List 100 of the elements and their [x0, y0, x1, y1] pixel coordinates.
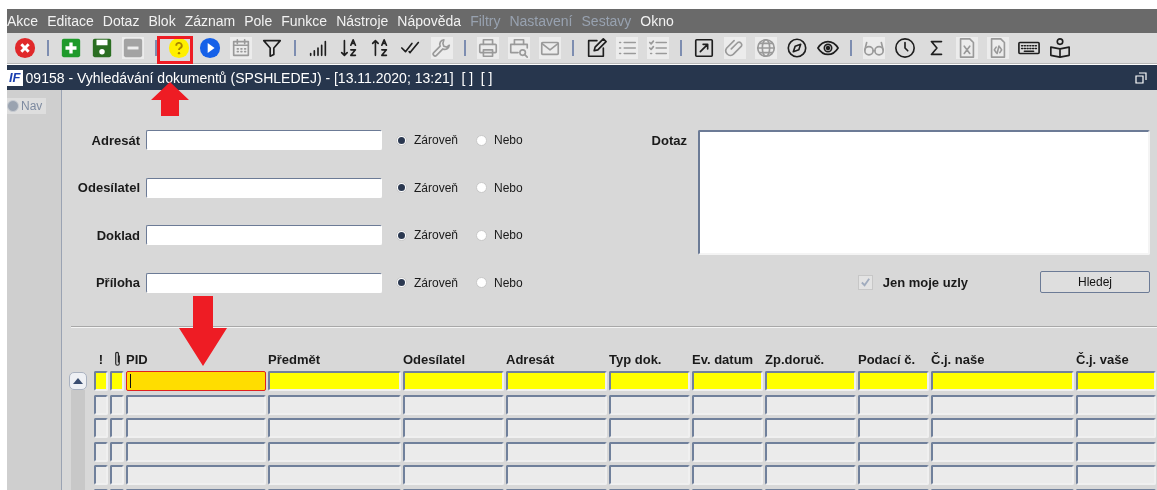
- table-cell[interactable]: [692, 465, 763, 486]
- table-cell[interactable]: [506, 465, 607, 486]
- table-cell[interactable]: [506, 418, 607, 439]
- table-cell[interactable]: [506, 371, 607, 392]
- table-cell[interactable]: [765, 441, 856, 462]
- table-cell[interactable]: [692, 418, 763, 439]
- table-cell[interactable]: [94, 371, 108, 392]
- menu-item[interactable]: Pole: [244, 13, 273, 29]
- radio-button[interactable]: [396, 134, 407, 146]
- column-header[interactable]: Adresát: [506, 351, 555, 367]
- input-field[interactable]: [146, 177, 382, 198]
- menu-item[interactable]: Funkce: [281, 13, 328, 29]
- table-cell[interactable]: [1076, 465, 1156, 486]
- radio-button[interactable]: [476, 134, 488, 146]
- radio-button[interactable]: [476, 182, 488, 194]
- table-cell[interactable]: [268, 441, 401, 462]
- table-cell[interactable]: [403, 371, 504, 392]
- menu-item[interactable]: Nástroje: [336, 13, 389, 29]
- table-cell[interactable]: [126, 418, 266, 439]
- radio-button[interactable]: [476, 277, 488, 289]
- table-cell[interactable]: [126, 394, 266, 415]
- table-cell[interactable]: [609, 418, 690, 439]
- menu-item[interactable]: Záznam: [184, 13, 236, 29]
- menu-item[interactable]: Nápověda: [397, 13, 462, 29]
- input-field[interactable]: [146, 272, 382, 293]
- table-cell[interactable]: [403, 465, 504, 486]
- nav-item[interactable]: Nav: [7, 98, 47, 114]
- menu-item[interactable]: Okno: [640, 13, 674, 29]
- table-cell[interactable]: [94, 465, 108, 486]
- query-field[interactable]: [698, 130, 1150, 255]
- restore-icon[interactable]: [1135, 71, 1147, 84]
- column-header[interactable]: Č.j. vaše: [1076, 351, 1129, 367]
- table-cell[interactable]: [268, 465, 401, 486]
- scroll-up-button[interactable]: [69, 372, 87, 390]
- table-cell[interactable]: [403, 418, 504, 439]
- menu-item[interactable]: Dotaz: [102, 13, 140, 29]
- radio-button[interactable]: [396, 277, 407, 289]
- table-cell[interactable]: [692, 394, 763, 415]
- table-cell[interactable]: [609, 441, 690, 462]
- table-cell[interactable]: [858, 371, 929, 392]
- table-cell[interactable]: [692, 371, 763, 392]
- table-cell[interactable]: [931, 394, 1074, 415]
- table-cell[interactable]: [94, 441, 108, 462]
- column-header[interactable]: Odesílatel: [403, 351, 466, 367]
- input-field[interactable]: [146, 130, 382, 151]
- table-cell[interactable]: [126, 441, 266, 462]
- table-cell[interactable]: [931, 418, 1074, 439]
- table-cell[interactable]: [506, 394, 607, 415]
- table-cell[interactable]: [268, 418, 401, 439]
- table-cell[interactable]: [1076, 418, 1156, 439]
- table-cell[interactable]: [1076, 371, 1156, 392]
- menu-item[interactable]: Akce: [7, 13, 39, 29]
- menu-item[interactable]: Blok: [148, 13, 176, 29]
- column-header[interactable]: Předmět: [268, 351, 321, 367]
- table-cell[interactable]: [609, 465, 690, 486]
- table-cell[interactable]: [1076, 441, 1156, 462]
- table-cell[interactable]: [858, 418, 929, 439]
- table-cell[interactable]: [403, 394, 504, 415]
- column-header[interactable]: Typ dok.: [609, 351, 662, 367]
- table-cell[interactable]: [110, 418, 124, 439]
- column-header[interactable]: !: [98, 351, 104, 367]
- table-cell[interactable]: [110, 371, 124, 392]
- table-cell[interactable]: [126, 371, 266, 392]
- radio-button[interactable]: [476, 229, 488, 241]
- table-cell[interactable]: [931, 441, 1074, 462]
- column-header[interactable]: Zp.doruč.: [765, 351, 825, 367]
- table-cell[interactable]: [268, 394, 401, 415]
- table-cell[interactable]: [765, 371, 856, 392]
- table-cell[interactable]: [609, 394, 690, 415]
- radio-button[interactable]: [396, 229, 407, 241]
- table-cell[interactable]: [94, 418, 108, 439]
- table-cell[interactable]: [931, 465, 1074, 486]
- table-cell[interactable]: [858, 394, 929, 415]
- table-cell[interactable]: [858, 465, 929, 486]
- table-cell[interactable]: [765, 418, 856, 439]
- table-cell[interactable]: [765, 465, 856, 486]
- radio-button[interactable]: [396, 182, 407, 194]
- radio-label: Nebo: [494, 228, 523, 243]
- column-header[interactable]: PID: [126, 351, 148, 367]
- table-cell[interactable]: [765, 394, 856, 415]
- search-button[interactable]: Hledej: [1040, 271, 1150, 293]
- table-cell[interactable]: [931, 371, 1074, 392]
- table-cell[interactable]: [1076, 394, 1156, 415]
- menu-item[interactable]: Editace: [47, 13, 94, 29]
- table-cell[interactable]: [506, 441, 607, 462]
- table-cell[interactable]: [268, 371, 401, 392]
- table-cell[interactable]: [110, 394, 124, 415]
- column-header[interactable]: Ev. datum: [692, 351, 754, 367]
- input-field[interactable]: [146, 225, 382, 246]
- column-header[interactable]: Č.j. naše: [931, 351, 985, 367]
- table-cell[interactable]: [126, 465, 266, 486]
- table-cell[interactable]: [94, 394, 108, 415]
- table-cell[interactable]: [609, 371, 690, 392]
- table-cell[interactable]: [858, 441, 929, 462]
- table-cell[interactable]: [403, 441, 504, 462]
- radio-label: Zároveň: [414, 275, 459, 290]
- column-header[interactable]: Podací č.: [858, 351, 916, 367]
- table-cell[interactable]: [692, 441, 763, 462]
- table-cell[interactable]: [110, 465, 124, 486]
- table-cell[interactable]: [110, 441, 124, 462]
